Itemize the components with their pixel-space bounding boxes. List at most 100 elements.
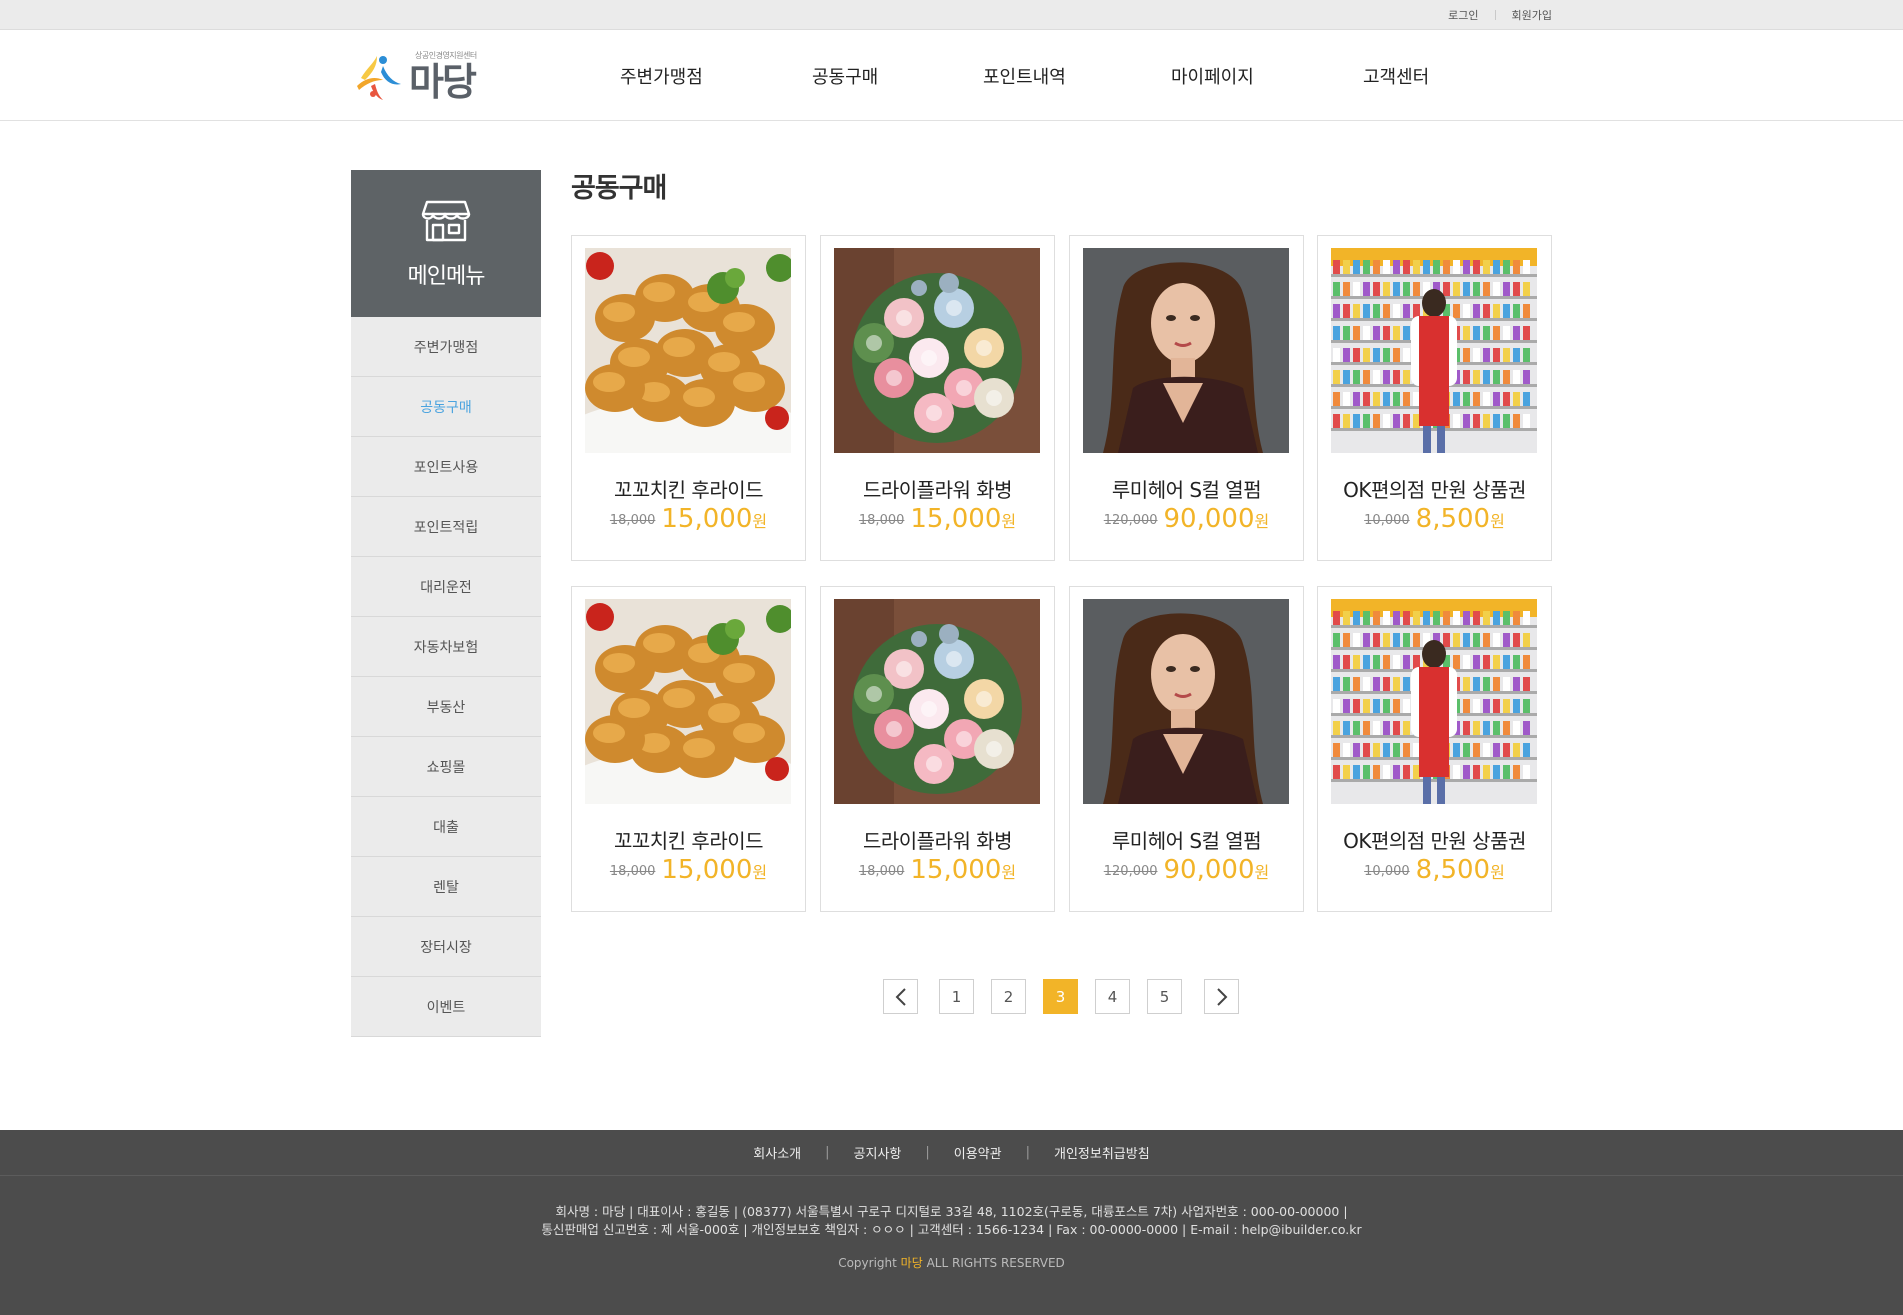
product-card[interactable]: 꼬꼬치킨 후라이드 18,000 15,000원 <box>571 586 806 912</box>
sidebar-item-2[interactable]: 공동구매 <box>351 377 541 437</box>
product-prices: 18,000 15,000원 <box>572 504 805 534</box>
sale-price: 8,500 <box>1415 855 1491 885</box>
original-price: 18,000 <box>858 513 905 528</box>
site-logo[interactable]: 상공인경영지원센터 마당 <box>353 50 477 102</box>
original-price: 120,000 <box>1103 513 1158 528</box>
site-footer: 회사소개 | 공지사항 | 이용약관 | 개인정보취급방침 회사명 : 마당 | 대표이사 … <box>0 1130 1903 1315</box>
company-info-line2: 통신판매업 신고번호 : 제 서울-000호 | 개인정보보호 책임자 : ㅇㅇ… <box>541 1222 1362 1237</box>
sale-price: 90,000 <box>1163 855 1255 885</box>
product-prices: 18,000 15,000원 <box>821 504 1054 534</box>
sidebar-header: 메인메뉴 <box>351 170 541 317</box>
sidebar-item-11[interactable]: 장터시장 <box>351 917 541 977</box>
product-card[interactable]: OK편의점 만원 상품권 10,000 8,500원 <box>1317 235 1552 561</box>
login-link[interactable]: 로그인 <box>1448 7 1478 23</box>
footer-link-4[interactable]: 개인정보취급방침 <box>1054 1143 1150 1162</box>
nav-item-3[interactable]: 포인트내역 <box>983 63 1066 89</box>
product-prices: 120,000 90,000원 <box>1070 855 1303 885</box>
sale-price: 90,000 <box>1163 504 1255 534</box>
footer-divider: | <box>925 1145 930 1160</box>
product-card[interactable]: 루미헤어 S컬 열펌 120,000 90,000원 <box>1069 586 1304 912</box>
footer-links: 회사소개 | 공지사항 | 이용약관 | 개인정보취급방침 <box>0 1130 1903 1176</box>
sidebar-item-6[interactable]: 자동차보험 <box>351 617 541 677</box>
utility-links: 로그인 회원가입 <box>1448 7 1552 23</box>
product-image[interactable] <box>1083 248 1289 453</box>
page-2-button[interactable]: 2 <box>991 979 1026 1014</box>
nav-item-5[interactable]: 고객센터 <box>1363 63 1429 89</box>
sidebar-item-8[interactable]: 쇼핑몰 <box>351 737 541 797</box>
original-price: 18,000 <box>609 864 656 879</box>
product-name[interactable]: 루미헤어 S컬 열펌 <box>1070 825 1303 854</box>
sale-price: 15,000 <box>661 504 753 534</box>
sidebar-title: 메인메뉴 <box>407 263 486 289</box>
sidebar-item-10[interactable]: 렌탈 <box>351 857 541 917</box>
product-image[interactable] <box>585 599 791 804</box>
product-card[interactable]: 루미헤어 S컬 열펌 120,000 90,000원 <box>1069 235 1304 561</box>
page-title: 공동구매 <box>571 173 667 204</box>
footer-divider: | <box>825 1145 830 1160</box>
product-prices: 18,000 15,000원 <box>572 855 805 885</box>
product-prices: 18,000 15,000원 <box>821 855 1054 885</box>
copyright-brand: 마당 <box>900 1256 923 1270</box>
product-card[interactable]: 꼬꼬치킨 후라이드 18,000 15,000원 <box>571 235 806 561</box>
original-price: 18,000 <box>858 864 905 879</box>
product-name[interactable]: OK편의점 만원 상품권 <box>1318 825 1551 854</box>
product-image[interactable] <box>585 248 791 453</box>
product-image[interactable] <box>834 248 1040 453</box>
product-prices: 10,000 8,500원 <box>1318 504 1551 534</box>
product-name[interactable]: 드라이플라워 화병 <box>821 474 1054 503</box>
product-name[interactable]: 꼬꼬치킨 후라이드 <box>572 474 805 503</box>
store-icon <box>421 198 471 248</box>
chevron-right-icon <box>1216 987 1227 1006</box>
page-5-button[interactable]: 5 <box>1147 979 1182 1014</box>
sidebar-menu: 주변가맹점 공동구매 포인트사용 포인트적립 대리운전 자동차보험 부동산 쇼핑몰 대출 렌탈 장터… <box>351 317 541 1037</box>
product-prices: 10,000 8,500원 <box>1318 855 1551 885</box>
page-4-button[interactable]: 4 <box>1095 979 1130 1014</box>
footer-link-3[interactable]: 이용약관 <box>954 1143 1002 1162</box>
product-name[interactable]: 꼬꼬치킨 후라이드 <box>572 825 805 854</box>
nav-item-4[interactable]: 마이페이지 <box>1171 63 1254 89</box>
product-name[interactable]: 드라이플라워 화병 <box>821 825 1054 854</box>
product-card[interactable]: 드라이플라워 화병 18,000 15,000원 <box>820 235 1055 561</box>
sale-price: 8,500 <box>1415 504 1491 534</box>
sale-price: 15,000 <box>661 855 753 885</box>
sidebar-item-12[interactable]: 이벤트 <box>351 977 541 1037</box>
nav-item-2[interactable]: 공동구매 <box>812 63 878 89</box>
logo-name: 마당 <box>409 60 477 104</box>
page-3-button[interactable]: 3 <box>1043 979 1078 1014</box>
signup-link[interactable]: 회원가입 <box>1512 7 1552 23</box>
sidebar-item-5[interactable]: 대리운전 <box>351 557 541 617</box>
sidebar-item-1[interactable]: 주변가맹점 <box>351 317 541 377</box>
page-1-button[interactable]: 1 <box>939 979 974 1014</box>
utility-divider <box>1494 10 1496 20</box>
company-info: 회사명 : 마당 | 대표이사 : 홍길동 | (08377) 서울특별시 구로… <box>0 1203 1903 1239</box>
footer-link-1[interactable]: 회사소개 <box>753 1143 801 1162</box>
original-price: 120,000 <box>1103 864 1158 879</box>
sale-price: 15,000 <box>910 855 1002 885</box>
next-page-button[interactable] <box>1204 979 1239 1014</box>
top-utility-bar: 로그인 회원가입 <box>0 0 1903 30</box>
product-name[interactable]: 루미헤어 S컬 열펌 <box>1070 474 1303 503</box>
sidebar-item-3[interactable]: 포인트사용 <box>351 437 541 497</box>
prev-page-button[interactable] <box>883 979 918 1014</box>
original-price: 10,000 <box>1364 864 1410 879</box>
sidebar-item-7[interactable]: 부동산 <box>351 677 541 737</box>
product-image[interactable] <box>1331 599 1537 804</box>
footer-link-2[interactable]: 공지사항 <box>854 1143 902 1162</box>
chevron-left-icon <box>895 987 906 1006</box>
original-price: 10,000 <box>1364 513 1410 528</box>
nav-item-1[interactable]: 주변가맹점 <box>620 63 703 89</box>
product-image[interactable] <box>834 599 1040 804</box>
product-name[interactable]: OK편의점 만원 상품권 <box>1318 474 1551 503</box>
logo-mark-icon <box>353 50 405 102</box>
product-card[interactable]: 드라이플라워 화병 18,000 15,000원 <box>820 586 1055 912</box>
product-card[interactable]: OK편의점 만원 상품권 10,000 8,500원 <box>1317 586 1552 912</box>
product-image[interactable] <box>1083 599 1289 804</box>
copyright: Copyright 마당 ALL RIGHTS RESERVED <box>0 1254 1903 1271</box>
sidebar-item-9[interactable]: 대출 <box>351 797 541 857</box>
sidebar-item-4[interactable]: 포인트적립 <box>351 497 541 557</box>
footer-divider: | <box>1025 1145 1030 1160</box>
product-image[interactable] <box>1331 248 1537 453</box>
price-unit: 원 <box>1001 863 1017 882</box>
sidebar: 메인메뉴 주변가맹점 공동구매 포인트사용 포인트적립 대리운전 자동차보험 부동산 쇼핑몰 대… <box>351 170 541 1037</box>
sale-price: 15,000 <box>910 504 1002 534</box>
